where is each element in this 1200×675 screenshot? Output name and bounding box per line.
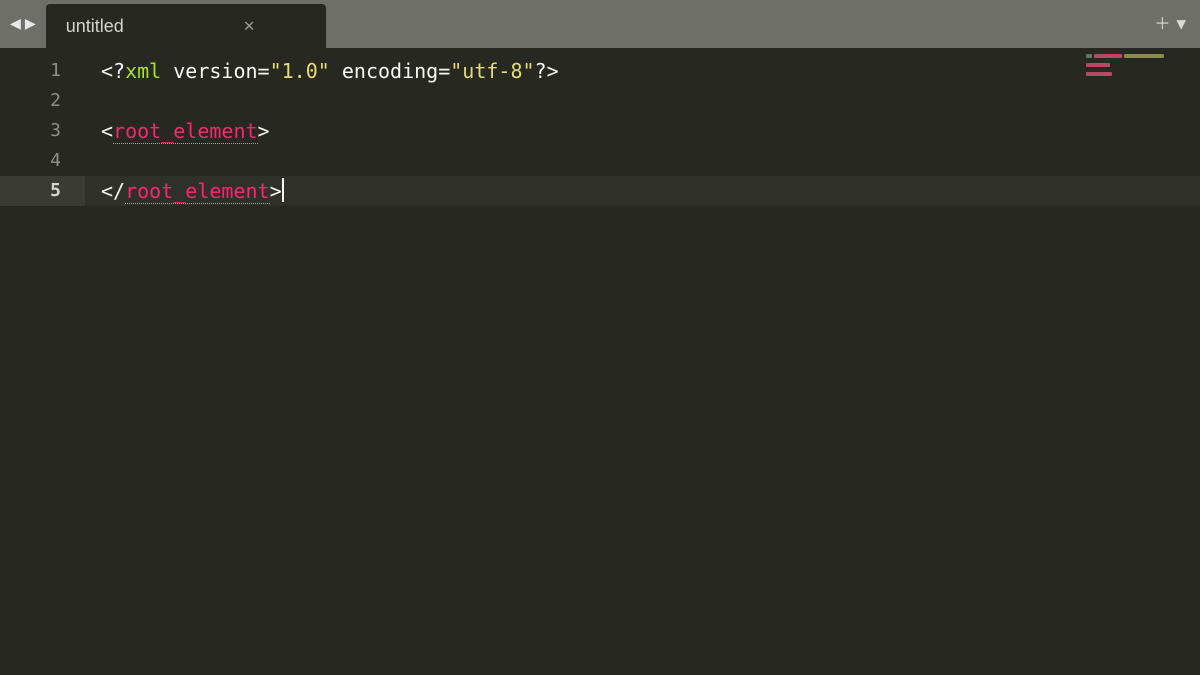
code-line-current[interactable]: </root_element> [85, 176, 1200, 206]
line-number-current: 5 [0, 176, 85, 206]
tab-untitled[interactable]: untitled ✕ [46, 4, 326, 48]
keyword-xml: xml [125, 59, 161, 83]
code-content[interactable]: <?xml version="1.0" encoding="utf-8"?> <… [85, 48, 1200, 675]
editor-area[interactable]: 1 2 3 4 5 <?xml version="1.0" encoding="… [0, 48, 1200, 675]
string: "utf-8" [450, 59, 534, 83]
tag-name: root_element [113, 119, 258, 144]
line-number-gutter: 1 2 3 4 5 [0, 48, 85, 675]
code-line-empty[interactable] [85, 86, 1200, 116]
line-number: 4 [0, 146, 85, 176]
punct: > [258, 119, 270, 143]
tab-title: untitled [66, 16, 124, 37]
text-caret [282, 178, 284, 202]
close-icon[interactable]: ✕ [244, 17, 255, 35]
space [330, 59, 342, 83]
code-line[interactable]: <root_element> [85, 116, 1200, 146]
punct: </ [101, 179, 125, 203]
tag-name: root_element [125, 179, 270, 204]
code-line-empty[interactable] [85, 146, 1200, 176]
string: "1.0" [270, 59, 330, 83]
line-number: 1 [0, 56, 85, 86]
nav-forward-icon[interactable]: ▶ [25, 15, 36, 33]
space [161, 59, 173, 83]
editor-window: ◀ ▶ untitled ✕ ＋ ▼ 1 2 3 4 5 <?xml versi… [0, 0, 1200, 675]
punct: < [101, 119, 113, 143]
dropdown-icon[interactable]: ▼ [1176, 16, 1186, 32]
punct: > [270, 179, 282, 203]
line-number: 3 [0, 116, 85, 146]
attr: version= [173, 59, 269, 83]
tab-nav-arrows: ◀ ▶ [0, 0, 46, 48]
code-line[interactable]: <?xml version="1.0" encoding="utf-8"?> [85, 56, 1200, 86]
attr: encoding= [342, 59, 450, 83]
tab-bar: ◀ ▶ untitled ✕ ＋ ▼ [0, 0, 1200, 48]
punct: <? [101, 59, 125, 83]
nav-back-icon[interactable]: ◀ [10, 15, 21, 33]
line-number: 2 [0, 86, 85, 116]
new-tab-icon[interactable]: ＋ [1154, 16, 1170, 32]
tab-bar-actions: ＋ ▼ [1154, 0, 1200, 48]
punct: ?> [535, 59, 559, 83]
